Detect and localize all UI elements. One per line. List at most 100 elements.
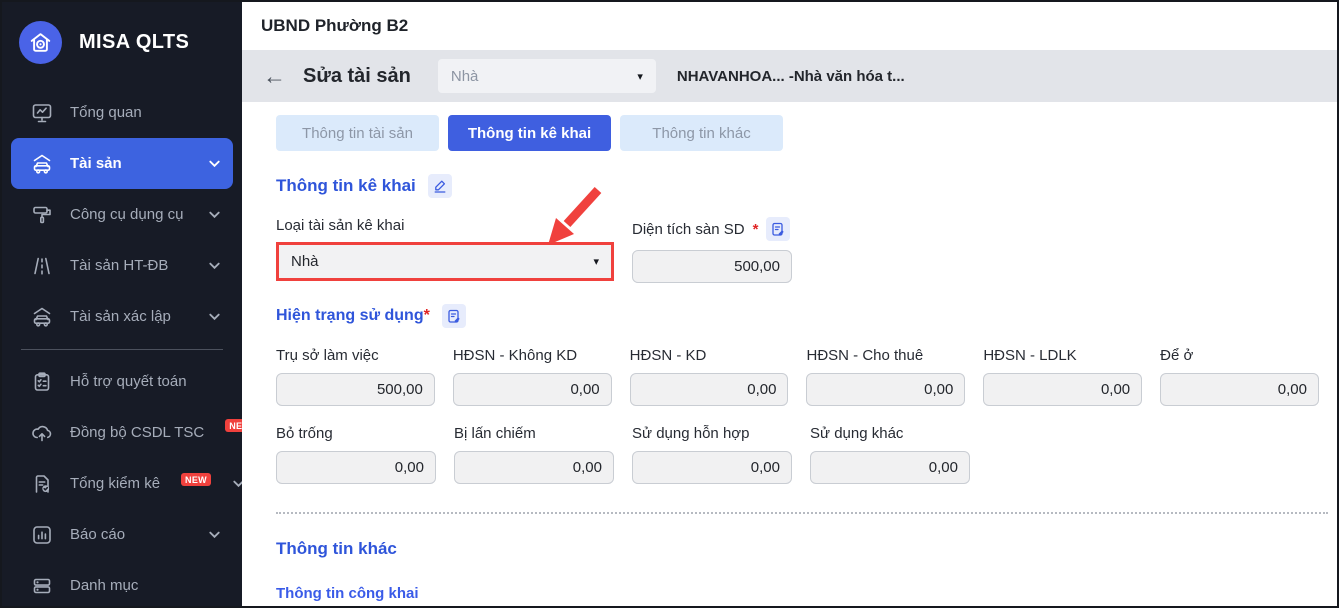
server-list-icon	[30, 574, 54, 598]
field-de-o: Để ở 0,00	[1160, 328, 1319, 406]
sidebar-item-label: Báo cáo	[70, 526, 126, 543]
page-title: Sửa tài sản	[303, 64, 411, 87]
field-input[interactable]: 0,00	[276, 451, 436, 484]
chevron-down-icon	[209, 313, 220, 321]
sidebar-item-tong-quan[interactable]: Tổng quan	[11, 87, 233, 138]
cloud-upload-icon	[30, 421, 54, 445]
usage-section-title: Hiện trạng sử dụng*	[276, 307, 430, 325]
field-label: Bỏ trống	[276, 425, 333, 442]
sidebar-item-dong-bo-csdl-tsc[interactable]: Đồng bộ CSDL TSC NEW	[11, 407, 256, 458]
new-badge: NEW	[181, 473, 211, 486]
topbar: UBND Phường B2	[242, 2, 1337, 50]
usage-row-1: Trụ sở làm việc 500,00 HĐSN - Không KD 0…	[276, 328, 1337, 406]
field-input[interactable]: 0,00	[454, 451, 614, 484]
content: Thông tin tài sản Thông tin kê khai Thôn…	[242, 102, 1337, 606]
field-input[interactable]: 0,00	[810, 451, 970, 484]
required-asterisk: *	[752, 220, 759, 238]
tab-bar: Thông tin tài sản Thông tin kê khai Thôn…	[276, 115, 1337, 151]
field-hdsn-cho-thue: HĐSN - Cho thuê 0,00	[806, 328, 966, 406]
misa-logo-icon	[19, 21, 62, 64]
caret-down-icon: ▾	[637, 70, 643, 83]
field-bi-lan-chiem: Bị lấn chiếm 0,00	[454, 406, 614, 484]
declare-fields-row: Loại tài sản kê khai Nhà ▾ Diện tích sàn…	[276, 198, 1337, 283]
sidebar-item-label: Công cụ dụng cụ	[70, 206, 184, 223]
field-label: Bị lấn chiếm	[454, 425, 536, 442]
floor-area-field-group: Diện tích sàn SD * 500,00	[632, 198, 792, 283]
sidebar-item-cong-cu-dung-cu[interactable]: Công cụ dụng cụ	[11, 189, 233, 240]
sidebar-item-tai-san[interactable]: Tài sản	[11, 138, 233, 189]
tab-thong-tin-khac[interactable]: Thông tin khác	[620, 115, 783, 151]
sidebar-item-label: Tài sản	[70, 155, 122, 172]
sidebar-item-label: Tổng quan	[70, 104, 142, 121]
usage-row-2: Bỏ trống 0,00 Bị lấn chiếm 0,00 Sử dụng …	[276, 406, 1337, 484]
field-hdsn-kd: HĐSN - KD 0,00	[629, 328, 789, 406]
sidebar-item-label: Đồng bộ CSDL TSC	[70, 424, 205, 441]
asset-type-header-value: Nhà	[450, 67, 479, 85]
floor-area-label-text: Diện tích sàn SD	[632, 220, 745, 238]
field-su-dung-khac: Sử dụng khác 0,00	[810, 406, 970, 484]
sidebar: MISA QLTS Tổng quan Tài sản Công cụ dụng…	[2, 2, 256, 606]
asset-type-value: Nhà	[291, 253, 319, 270]
note-edit-icon[interactable]	[766, 217, 791, 241]
field-input[interactable]: 0,00	[629, 373, 789, 406]
sidebar-item-bao-cao[interactable]: Báo cáo	[11, 509, 233, 560]
field-input[interactable]: 500,00	[276, 373, 435, 406]
brand-name: MISA QLTS	[79, 31, 190, 53]
other-section-title: Thông tin khác	[276, 539, 397, 558]
app-window: MISA QLTS Tổng quan Tài sản Công cụ dụng…	[0, 0, 1339, 608]
dotted-divider	[276, 512, 1328, 514]
sidebar-item-label: Tài sản xác lập	[70, 308, 171, 325]
clipboard-check-icon	[30, 370, 54, 394]
caret-down-icon: ▾	[593, 256, 599, 268]
public-info-title: Thông tin công khai	[276, 585, 419, 602]
field-label: HĐSN - LDLK	[983, 347, 1077, 364]
paint-roller-icon	[30, 203, 54, 227]
field-input[interactable]: 0,00	[983, 373, 1143, 406]
field-label: HĐSN - KD	[629, 347, 707, 364]
tab-thong-tin-ke-khai[interactable]: Thông tin kê khai	[448, 115, 611, 151]
back-button[interactable]: ←	[263, 64, 286, 88]
asset-type-header-dropdown[interactable]: Nhà ▾	[437, 59, 656, 93]
sidebar-item-ho-tro-quyet-toan[interactable]: Hỗ trợ quyết toán	[11, 356, 233, 407]
field-label: Sử dụng hỗn hợp	[632, 425, 750, 442]
chevron-down-icon	[209, 531, 220, 539]
field-tru-so-lam-viec: Trụ sở làm việc 500,00	[276, 328, 435, 406]
chevron-down-icon	[209, 262, 220, 270]
sidebar-item-tai-san-ht-db[interactable]: Tài sản HT-ĐB	[11, 240, 233, 291]
main-area: UBND Phường B2 ← Sửa tài sản Nhà ▾ NHAVA…	[242, 2, 1337, 606]
sidebar-item-label: Tổng kiểm kê	[70, 475, 161, 492]
field-label: HĐSN - Cho thuê	[806, 347, 924, 364]
usage-title-text: Hiện trạng sử dụng	[276, 307, 424, 324]
field-input[interactable]: 0,00	[632, 451, 792, 484]
floor-area-label: Diện tích sàn SD *	[632, 217, 792, 241]
document-check-icon	[30, 472, 54, 496]
sidebar-item-tai-san-xac-lap[interactable]: Tài sản xác lập	[11, 291, 233, 342]
monitor-chart-icon	[30, 101, 54, 125]
bar-chart-icon	[30, 523, 54, 547]
chevron-down-icon	[209, 160, 220, 168]
annotation-arrow-icon	[548, 186, 602, 245]
sidebar-item-danh-muc[interactable]: Danh mục	[11, 560, 233, 606]
chevron-down-icon	[209, 211, 220, 219]
field-hdsn-ldlk: HĐSN - LDLK 0,00	[983, 328, 1143, 406]
required-asterisk: *	[423, 307, 430, 324]
field-label: HĐSN - Không KD	[452, 347, 578, 364]
sidebar-item-label: Hỗ trợ quyết toán	[70, 373, 187, 390]
tab-thong-tin-tai-san[interactable]: Thông tin tài sản	[276, 115, 439, 151]
house-car-icon	[30, 305, 54, 329]
sidebar-item-tong-kiem-ke[interactable]: Tổng kiểm kê NEW	[11, 458, 244, 509]
sidebar-menu: Tổng quan Tài sản Công cụ dụng cụ Tài sả…	[2, 78, 256, 606]
road-icon	[30, 254, 54, 278]
field-bo-trong: Bỏ trống 0,00	[276, 406, 436, 484]
edit-pencil-icon[interactable]	[427, 174, 452, 198]
field-input[interactable]: 0,00	[806, 373, 966, 406]
field-input[interactable]: 0,00	[452, 373, 612, 406]
declare-section-header: Thông tin kê khai	[276, 174, 1337, 198]
field-hdsn-khong-kd: HĐSN - Không KD 0,00	[452, 328, 612, 406]
note-edit-icon[interactable]	[441, 304, 466, 328]
field-input[interactable]: 0,00	[1160, 373, 1319, 406]
sidebar-item-label: Tài sản HT-ĐB	[70, 257, 169, 274]
house-car-icon	[30, 152, 54, 176]
field-label: Để ở	[1160, 347, 1194, 364]
floor-area-input[interactable]: 500,00	[632, 250, 792, 283]
